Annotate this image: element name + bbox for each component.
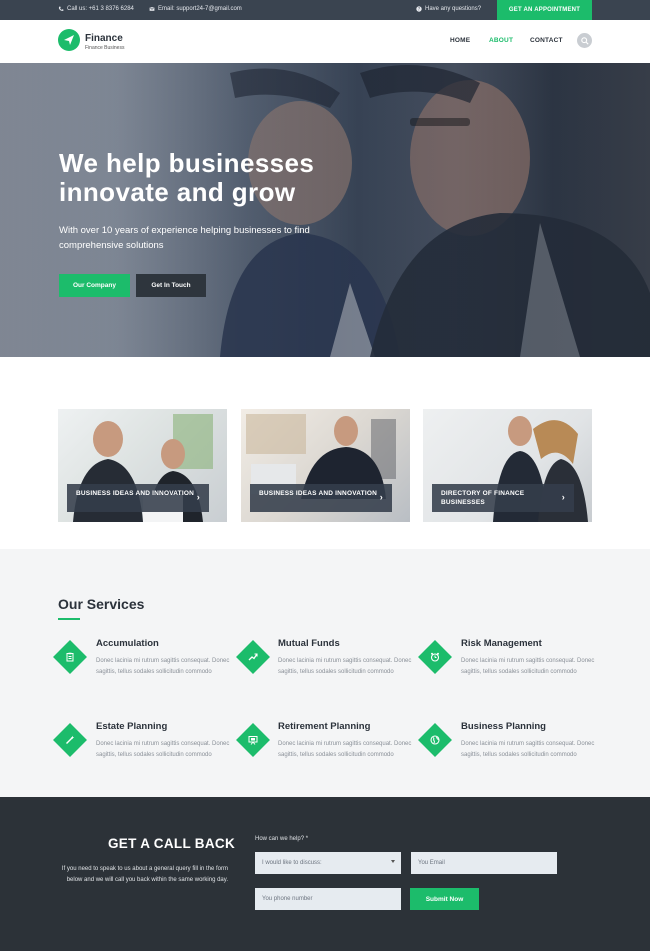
hero-banner: We help businesses innovate and grow Wit… [0,63,650,357]
magic-wand-icon [53,723,87,757]
nav-contact[interactable]: CONTACT [530,37,563,44]
service-name[interactable]: Accumulation [96,638,159,649]
help-select[interactable]: I would like to discuss: [255,852,401,874]
get-in-touch-button[interactable]: Get In Touch [136,274,206,297]
title-underline [58,618,80,620]
help-label: How can we help? * [255,836,309,842]
nav-home[interactable]: HOME [450,37,470,44]
card-caption: DIRECTORY OF FINANCE BUSINESSES › [432,484,574,512]
logo-title[interactable]: Finance [85,33,123,44]
questions: ? Have any questions? [416,6,481,12]
service-name[interactable]: Retirement Planning [278,721,370,732]
presentation-icon [236,723,270,757]
email-field[interactable]: You Email [411,852,557,874]
service-description: Donec lacinia mi rutrum sagittis consequ… [278,741,412,758]
card-caption: BUSINESS IDEAS AND INNOVATION › [67,484,209,512]
question-icon: ? [416,6,422,12]
card-business-ideas-1[interactable]: BUSINESS IDEAS AND INNOVATION › [58,409,227,522]
appointment-button[interactable]: GET AN APPOINTMENT [497,0,592,20]
questions-text: Have any questions? [425,6,482,12]
service-name[interactable]: Mutual Funds [278,638,340,649]
service-description: Donec lacinia mi rutrum sagittis consequ… [96,658,230,675]
hero-subtitle: With over 10 years of experience helping… [59,225,310,251]
phone-field[interactable]: You phone number [255,888,401,910]
service-name[interactable]: Estate Planning [96,721,167,732]
our-company-button[interactable]: Our Company [59,274,130,297]
service-description: Donec lacinia mi rutrum sagittis consequ… [461,741,595,758]
call-back-title: GET A CALL BACK [108,836,235,851]
trend-icon [236,640,270,674]
service-name[interactable]: Risk Management [461,638,542,649]
email-text: Email: support24-7@gmail.com [158,6,242,12]
logo-subtitle: Finance Business [85,45,125,51]
nav-about[interactable]: ABOUT [489,37,513,44]
card-business-ideas-2[interactable]: BUSINESS IDEAS AND INNOVATION › [241,409,410,522]
submit-button[interactable]: Submit Now [410,888,479,910]
search-icon[interactable] [577,33,592,48]
service-description: Donec lacinia mi rutrum sagittis consequ… [461,658,595,675]
top-bar: Call us: +61 3 8376 6284 Email: support2… [0,0,650,20]
main-nav: Finance Finance Business HOME ABOUT CONT… [0,20,650,63]
svg-text:?: ? [418,7,420,12]
clipboard-icon [53,640,87,674]
phone-contact[interactable]: Call us: +61 3 8376 6284 [58,6,134,12]
call-back-text: If you need to speak to us about a gener… [61,866,228,883]
chevron-right-icon: › [379,492,383,502]
hero-title: We help businesses innovate and grow [59,148,315,207]
services-title: Our Services [58,596,145,612]
chevron-right-icon: › [196,492,200,502]
service-description: Donec lacinia mi rutrum sagittis consequ… [96,741,230,758]
chevron-down-icon [391,860,395,863]
globe-icon [418,723,452,757]
chevron-right-icon: › [561,492,565,502]
card-caption: BUSINESS IDEAS AND INNOVATION › [250,484,392,512]
card-directory-finance[interactable]: DIRECTORY OF FINANCE BUSINESSES › [423,409,592,522]
phone-text: Call us: +61 3 8376 6284 [67,6,134,12]
alarm-clock-icon [418,640,452,674]
phone-icon [58,6,64,11]
email-contact[interactable]: Email: support24-7@gmail.com [149,6,242,12]
envelope-icon [149,6,155,11]
service-name[interactable]: Business Planning [461,721,546,732]
logo-icon[interactable] [58,29,80,51]
service-description: Donec lacinia mi rutrum sagittis consequ… [278,658,412,675]
